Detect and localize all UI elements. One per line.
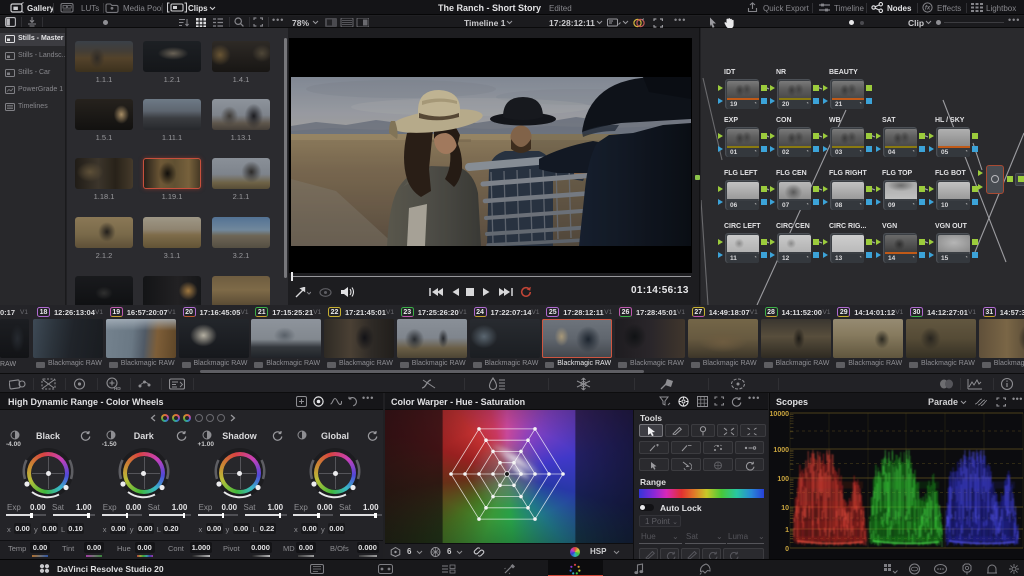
svg-text:0: 0 bbox=[785, 546, 789, 553]
svg-text:HDR: HDR bbox=[114, 386, 121, 391]
svg-text:10: 10 bbox=[781, 505, 789, 512]
svg-text:1000: 1000 bbox=[773, 447, 789, 454]
svg-text:fx: fx bbox=[925, 6, 931, 12]
svg-text:10000: 10000 bbox=[770, 411, 789, 418]
svg-text:100: 100 bbox=[777, 476, 789, 483]
svg-text:1: 1 bbox=[785, 527, 789, 534]
